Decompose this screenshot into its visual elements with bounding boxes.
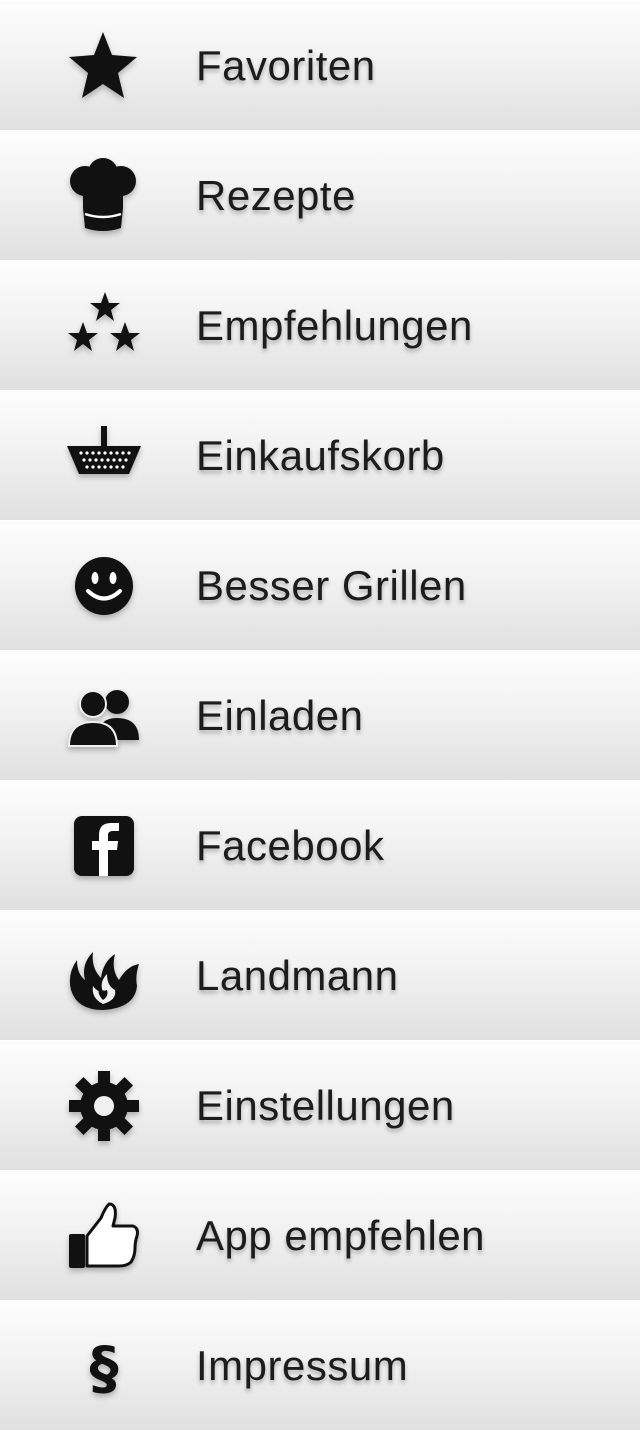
basket-icon bbox=[63, 416, 143, 496]
menu-item-label: Einstellungen bbox=[196, 1081, 455, 1129]
menu-item-label: Impressum bbox=[196, 1341, 409, 1389]
menu-item-favoriten[interactable]: Favoriten bbox=[0, 0, 640, 130]
menu-item-rezepte[interactable]: Rezepte bbox=[0, 130, 640, 260]
menu-item-label: App empfehlen bbox=[196, 1211, 486, 1259]
menu-item-label: Landmann bbox=[196, 951, 399, 999]
chef-hat-icon bbox=[63, 156, 143, 236]
star-icon bbox=[63, 26, 143, 106]
menu-item-app-empfehlen[interactable]: App empfehlen bbox=[0, 1170, 640, 1300]
menu-item-label: Empfehlungen bbox=[196, 301, 473, 349]
menu-item-label: Favoriten bbox=[196, 41, 376, 89]
menu-item-einladen[interactable]: Einladen bbox=[0, 650, 640, 780]
section-sign-icon: § bbox=[63, 1326, 143, 1406]
menu-item-facebook[interactable]: Facebook bbox=[0, 780, 640, 910]
three-stars-icon bbox=[63, 286, 143, 366]
svg-text:§: § bbox=[90, 1334, 119, 1402]
facebook-icon bbox=[63, 806, 143, 886]
menu-item-einstellungen[interactable]: Einstellungen bbox=[0, 1040, 640, 1170]
menu-item-label: Einladen bbox=[196, 691, 364, 739]
flame-logo-icon bbox=[63, 936, 143, 1016]
menu-item-label: Rezepte bbox=[196, 171, 356, 219]
users-icon bbox=[63, 676, 143, 756]
menu-item-landmann[interactable]: Landmann bbox=[0, 910, 640, 1040]
menu-item-label: Besser Grillen bbox=[196, 561, 467, 609]
menu-item-besser-grillen[interactable]: Besser Grillen bbox=[0, 520, 640, 650]
menu-item-label: Facebook bbox=[196, 821, 385, 869]
main-menu: Favoriten Rezepte Empfehlungen Einkaufsk… bbox=[0, 0, 640, 1430]
smiley-icon bbox=[63, 546, 143, 626]
menu-item-impressum[interactable]: § Impressum bbox=[0, 1300, 640, 1430]
menu-item-empfehlungen[interactable]: Empfehlungen bbox=[0, 260, 640, 390]
menu-item-label: Einkaufskorb bbox=[196, 431, 445, 479]
gear-icon bbox=[63, 1066, 143, 1146]
thumbs-up-icon bbox=[63, 1196, 143, 1276]
menu-item-einkaufskorb[interactable]: Einkaufskorb bbox=[0, 390, 640, 520]
